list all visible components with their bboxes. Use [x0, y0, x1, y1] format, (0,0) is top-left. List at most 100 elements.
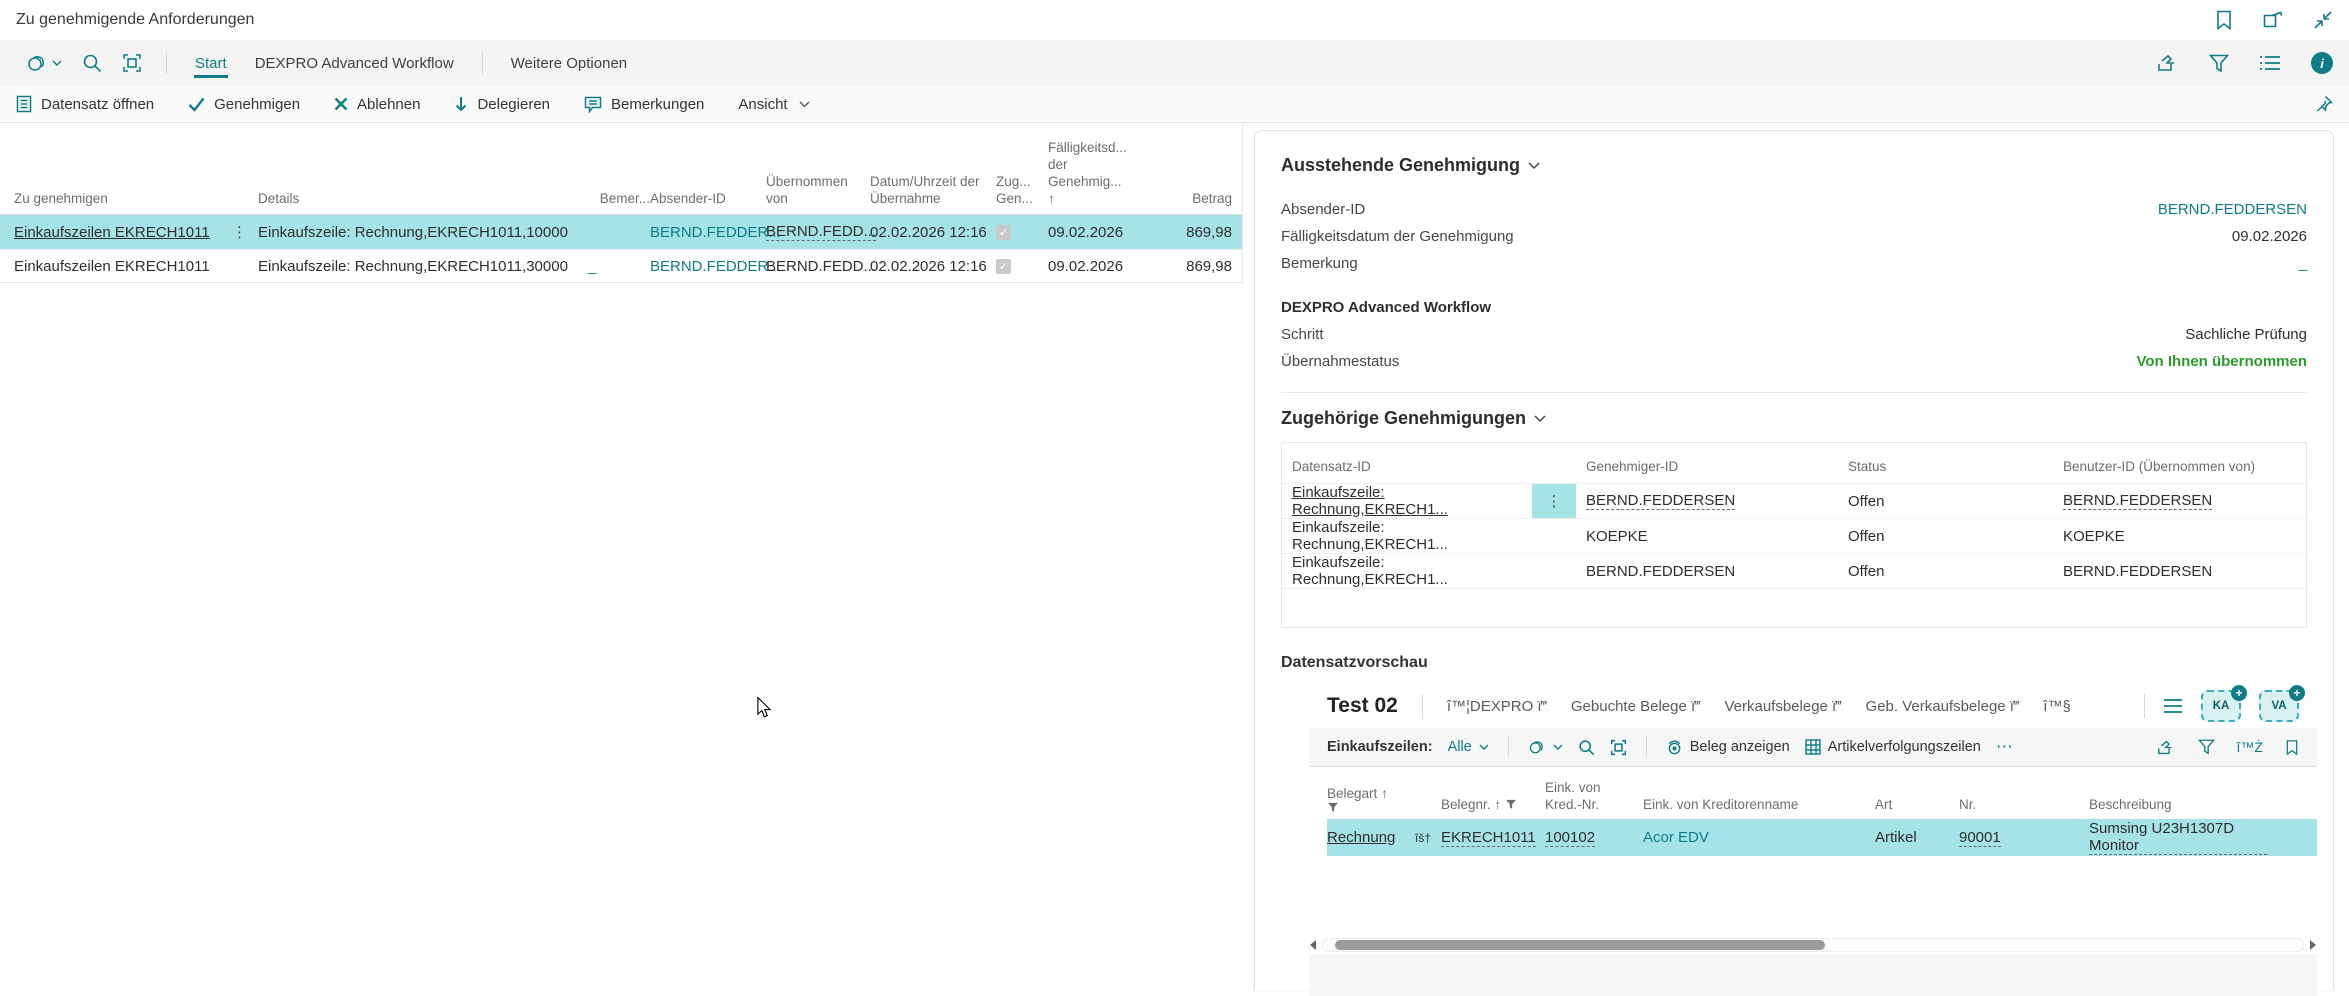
col-art[interactable]: Art	[1875, 773, 1959, 819]
filter-all-dropdown[interactable]: Alle	[1448, 739, 1489, 755]
open-record-button[interactable]: Datensatz öffnen	[16, 95, 154, 113]
record-menu-button[interactable]	[1528, 738, 1563, 756]
collapse-icon[interactable]	[2313, 10, 2333, 30]
col-genehmiger-id[interactable]: Genehmiger-ID	[1576, 459, 1838, 474]
view-menu-button[interactable]: Ansicht	[738, 96, 809, 113]
uebernommen-text[interactable]: BERND.FEDD...	[766, 258, 876, 275]
col-belegart[interactable]: Belegart ↑	[1327, 773, 1415, 819]
kred-nr-drilldown[interactable]: 100102	[1545, 829, 1595, 847]
row-menu-icon[interactable]: ⋮	[232, 215, 258, 249]
approve-button[interactable]: Genehmigen	[188, 96, 300, 113]
hamburger-menu-icon[interactable]	[2163, 699, 2183, 713]
belegart-link[interactable]: Rechnung	[1327, 829, 1395, 846]
badge-ka[interactable]: KA +	[2201, 690, 2241, 722]
info-icon[interactable]: i	[2311, 52, 2333, 74]
col-status[interactable]: Status	[1838, 459, 2053, 474]
col-benutzer-id[interactable]: Benutzer-ID (Übernommen von)	[2053, 459, 2308, 474]
col-eink-kred-nr[interactable]: Eink. vonKred.-Nr.	[1545, 773, 1643, 819]
search-button[interactable]	[82, 53, 102, 73]
search-icon[interactable]	[1578, 739, 1595, 756]
datensatz-text[interactable]: Einkaufszeile: Rechnung,EKRECH1...	[1292, 519, 1532, 553]
arrow-down-icon	[454, 96, 468, 112]
col-kreditorenname[interactable]: Eink. von Kreditorenname	[1643, 773, 1875, 819]
table-row[interactable]: Rechnung îš† EKRECH1011 100102 Acor EDV …	[1327, 819, 2317, 856]
col-faelligkeitsdatum[interactable]: Fälligkeitsd...derGenehmig...↑	[1048, 123, 1158, 214]
absender-value-link[interactable]: BERND.FEDDERSEN	[2158, 201, 2307, 218]
share-icon[interactable]	[2157, 739, 2176, 756]
show-document-button[interactable]: Beleg anzeigen	[1666, 739, 1790, 755]
absender-link[interactable]: BERND.FEDDER...	[650, 224, 781, 241]
preview-tab-dexpro[interactable]: î™¦DEXPRO ï‴	[1447, 698, 1547, 715]
table-row[interactable]: Einkaufszeile: Rechnung,EKRECH1... ⋮ BER…	[1282, 483, 2306, 518]
row-menu-icon[interactable]: ⋮	[1532, 484, 1576, 518]
preview-tab-verkaufsbelege[interactable]: Verkaufsbelege ï‴	[1724, 698, 1841, 715]
table-row[interactable]: Einkaufszeilen EKRECH1011 Einkaufszeile:…	[0, 249, 1242, 283]
col-zug-gen[interactable]: Zug...Gen...	[996, 123, 1048, 214]
horizontal-scrollbar[interactable]	[1309, 938, 2317, 952]
datensatz-text[interactable]: Einkaufszeile: Rechnung,EKRECH1...	[1292, 554, 1532, 588]
preview-tab-overflow-glyph[interactable]: î™§	[2043, 698, 2071, 715]
delegate-button[interactable]: Delegieren	[454, 96, 550, 113]
scrollbar-track[interactable]	[1322, 938, 2304, 952]
scroll-left-icon[interactable]	[1309, 940, 1317, 950]
filter-icon[interactable]	[1505, 799, 1517, 810]
belegnr-drilldown[interactable]: EKRECH1011	[1441, 829, 1536, 847]
related-approvals-heading[interactable]: Zugehörige Genehmigungen	[1281, 408, 2307, 429]
record-icon	[26, 52, 48, 74]
nr-drilldown[interactable]: 90001	[1959, 829, 2001, 847]
col-beschreibung[interactable]: Beschreibung	[2089, 773, 2267, 819]
filter-icon[interactable]	[2209, 54, 2229, 73]
preview-tab-gebuchte-belege[interactable]: Gebuchte Belege ï‴	[1571, 698, 1701, 715]
preview-tab-geb-verkaufsbelege[interactable]: Geb. Verkaufsbelege ï‴	[1866, 698, 2020, 715]
record-menu-button[interactable]	[26, 52, 62, 74]
beschreibung-drilldown[interactable]: Sumsing U23H1307D Monitor	[2089, 820, 2267, 855]
benutzer-drilldown[interactable]: BERND.FEDDERSEN	[2063, 492, 2212, 510]
pending-approval-heading[interactable]: Ausstehende Genehmigung	[1281, 155, 2307, 176]
col-bemerkung[interactable]: Bemer...	[588, 123, 650, 214]
item-tracking-button[interactable]: Artikelverfolgungszeilen	[1805, 739, 1981, 755]
col-absender-id[interactable]: Absender-ID	[650, 123, 766, 214]
glyph-icon[interactable]: î™Ż	[2237, 739, 2263, 755]
bemerkung-cell[interactable]	[588, 215, 650, 249]
more-options-icon[interactable]: ⋯	[1996, 737, 2013, 757]
status-text: Offen	[1848, 528, 1884, 545]
uebernommen-drilldown[interactable]: BERND.FEDD...	[766, 223, 876, 241]
open-in-new-window-icon[interactable]	[2263, 11, 2283, 29]
record-link[interactable]: Einkaufszeilen EKRECH1011	[14, 258, 210, 275]
badge-va[interactable]: VA +	[2259, 690, 2299, 722]
reject-button[interactable]: Ablehnen	[334, 96, 420, 113]
tab-start[interactable]: Start	[194, 44, 228, 83]
table-row[interactable]: Einkaufszeile: Rechnung,EKRECH1... KOEPK…	[1282, 518, 2306, 553]
scrollbar-thumb[interactable]	[1335, 940, 1825, 950]
col-uebernommen-von[interactable]: Übernommenvon	[766, 123, 870, 214]
col-zu-genehmigen[interactable]: Zu genehmigen	[14, 123, 232, 214]
list-view-icon[interactable]	[2259, 54, 2281, 72]
table-row[interactable]: Einkaufszeile: Rechnung,EKRECH1... BERND…	[1282, 553, 2306, 588]
record-link[interactable]: Einkaufszeilen EKRECH1011	[14, 224, 210, 241]
bemerkung-cell[interactable]: _	[588, 250, 650, 282]
share-icon[interactable]	[2157, 53, 2179, 73]
genehmiger-drilldown[interactable]: BERND.FEDDERSEN	[1586, 492, 1735, 510]
scroll-right-icon[interactable]	[2309, 940, 2317, 950]
filter-icon[interactable]	[2198, 739, 2215, 755]
col-datum-uhrzeit[interactable]: Datum/Uhrzeit derÜbernahme	[870, 123, 996, 214]
bookmark-icon[interactable]	[2215, 10, 2233, 30]
bookmark-icon[interactable]	[2285, 739, 2299, 756]
table-row[interactable]: Einkaufszeilen EKRECH1011 ⋮ Einkaufszeil…	[0, 215, 1242, 249]
kreditor-link[interactable]: Acor EDV	[1643, 829, 1709, 846]
filter-icon[interactable]	[1327, 802, 1415, 813]
datensatz-link[interactable]: Einkaufszeile: Rechnung,EKRECH1...	[1292, 484, 1532, 518]
analyze-button[interactable]	[122, 53, 142, 73]
absender-link[interactable]: BERND.FEDDER...	[650, 258, 781, 275]
pin-icon[interactable]	[2315, 95, 2333, 113]
col-details[interactable]: Details	[258, 123, 588, 214]
comments-button[interactable]: Bemerkungen	[584, 96, 704, 113]
analyze-icon[interactable]	[1610, 739, 1627, 756]
tab-dexpro-advanced-workflow[interactable]: DEXPRO Advanced Workflow	[254, 44, 455, 83]
col-nr[interactable]: Nr.	[1959, 773, 2089, 819]
col-betrag[interactable]: Betrag	[1158, 123, 1232, 214]
tab-weitere-optionen[interactable]: Weitere Optionen	[510, 44, 628, 83]
bemerkung-value-link[interactable]: _	[2299, 255, 2307, 272]
col-datensatz-id[interactable]: Datensatz-ID	[1282, 459, 1532, 474]
col-belegnr[interactable]: Belegnr. ↑	[1441, 773, 1545, 819]
